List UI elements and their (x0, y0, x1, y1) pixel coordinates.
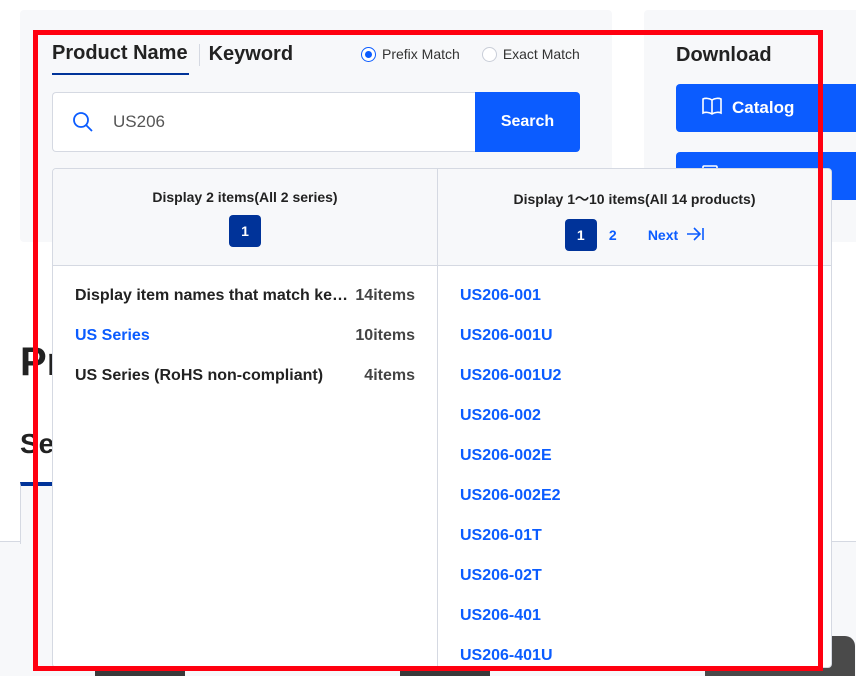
exact-match-label: Exact Match (502, 46, 580, 62)
catalog-label: Catalog (732, 98, 795, 117)
products-page-1[interactable]: 1 (564, 219, 597, 251)
exact-match-radio[interactable]: Exact Match (481, 46, 580, 62)
product-list: US206-001 US206-001U US206-001U2 US206-0… (438, 266, 831, 667)
radio-unchecked-icon[interactable] (481, 46, 497, 62)
tab-product-name[interactable]: Product Name (52, 42, 189, 75)
products-page-2[interactable]: 2 (597, 219, 629, 251)
product-item[interactable]: US206-001 (438, 276, 831, 316)
search-input[interactable] (113, 112, 453, 132)
product-item[interactable]: US206-002E (438, 436, 831, 476)
series-count: 14items (355, 287, 415, 304)
series-name: US Series (RoHS non-compliant) (75, 367, 324, 384)
series-item-us-series-rohs[interactable]: US Series (RoHS non-compliant) 4items (53, 356, 437, 396)
series-item-all-matches[interactable]: Display item names that match key… 14ite… (53, 276, 437, 316)
product-item[interactable]: US206-01T (438, 516, 831, 556)
series-list: Display item names that match key… 14ite… (53, 266, 437, 396)
tab-divider (198, 43, 200, 66)
arrow-right-to-bar-icon (686, 226, 704, 244)
search-field[interactable] (52, 92, 476, 152)
products-pagination: 1 2 Next (564, 219, 704, 251)
catalog-download-button[interactable]: Catalog (676, 84, 856, 132)
search-icon (72, 111, 94, 133)
tab-keyword[interactable]: Keyword (209, 43, 293, 74)
series-name: Display item names that match key… (75, 287, 356, 304)
prefix-match-radio[interactable]: Prefix Match (361, 46, 460, 62)
series-pagination: 1 (229, 215, 261, 247)
product-item[interactable]: US206-002 (438, 396, 831, 436)
series-count: 10items (355, 327, 415, 344)
series-summary: Display 2 items(All 2 series) (152, 189, 338, 205)
products-column: Display 1～10 items(All 14 products) 1 2 … (438, 169, 831, 667)
radio-checked-icon[interactable] (361, 46, 376, 62)
search-suggestions-dropdown: Display 2 items(All 2 series) 1 Display … (52, 168, 832, 668)
product-item[interactable]: US206-401 (438, 596, 831, 636)
product-item[interactable]: US206-401U (438, 636, 831, 667)
products-column-header: Display 1～10 items(All 14 products) 1 2 … (438, 169, 831, 266)
products-summary: Display 1～10 items(All 14 products) (513, 191, 756, 207)
series-page-1[interactable]: 1 (229, 215, 261, 247)
next-label: Next (647, 227, 679, 243)
search-mode-tabs: Product Name Keyword (52, 42, 293, 75)
series-column-header: Display 2 items(All 2 series) 1 (53, 169, 437, 266)
section-heading-fragment: Se (20, 428, 55, 459)
product-item[interactable]: US206-02T (438, 556, 831, 596)
product-item[interactable]: US206-001U (438, 316, 831, 356)
download-title: Download (676, 44, 772, 66)
book-icon (702, 97, 722, 120)
next-page-button[interactable]: Next (647, 226, 704, 244)
product-item[interactable]: US206-002E2 (438, 476, 831, 516)
match-options: Prefix Match Exact Match (361, 46, 602, 62)
series-column: Display 2 items(All 2 series) 1 Display … (53, 169, 438, 667)
search-button[interactable]: Search (475, 92, 580, 152)
prefix-match-label: Prefix Match (382, 46, 460, 62)
product-item[interactable]: US206-001U2 (438, 356, 831, 396)
series-count: 4items (364, 367, 415, 384)
series-name[interactable]: US Series (75, 327, 150, 345)
series-item-us-series[interactable]: US Series 10items (53, 316, 437, 356)
